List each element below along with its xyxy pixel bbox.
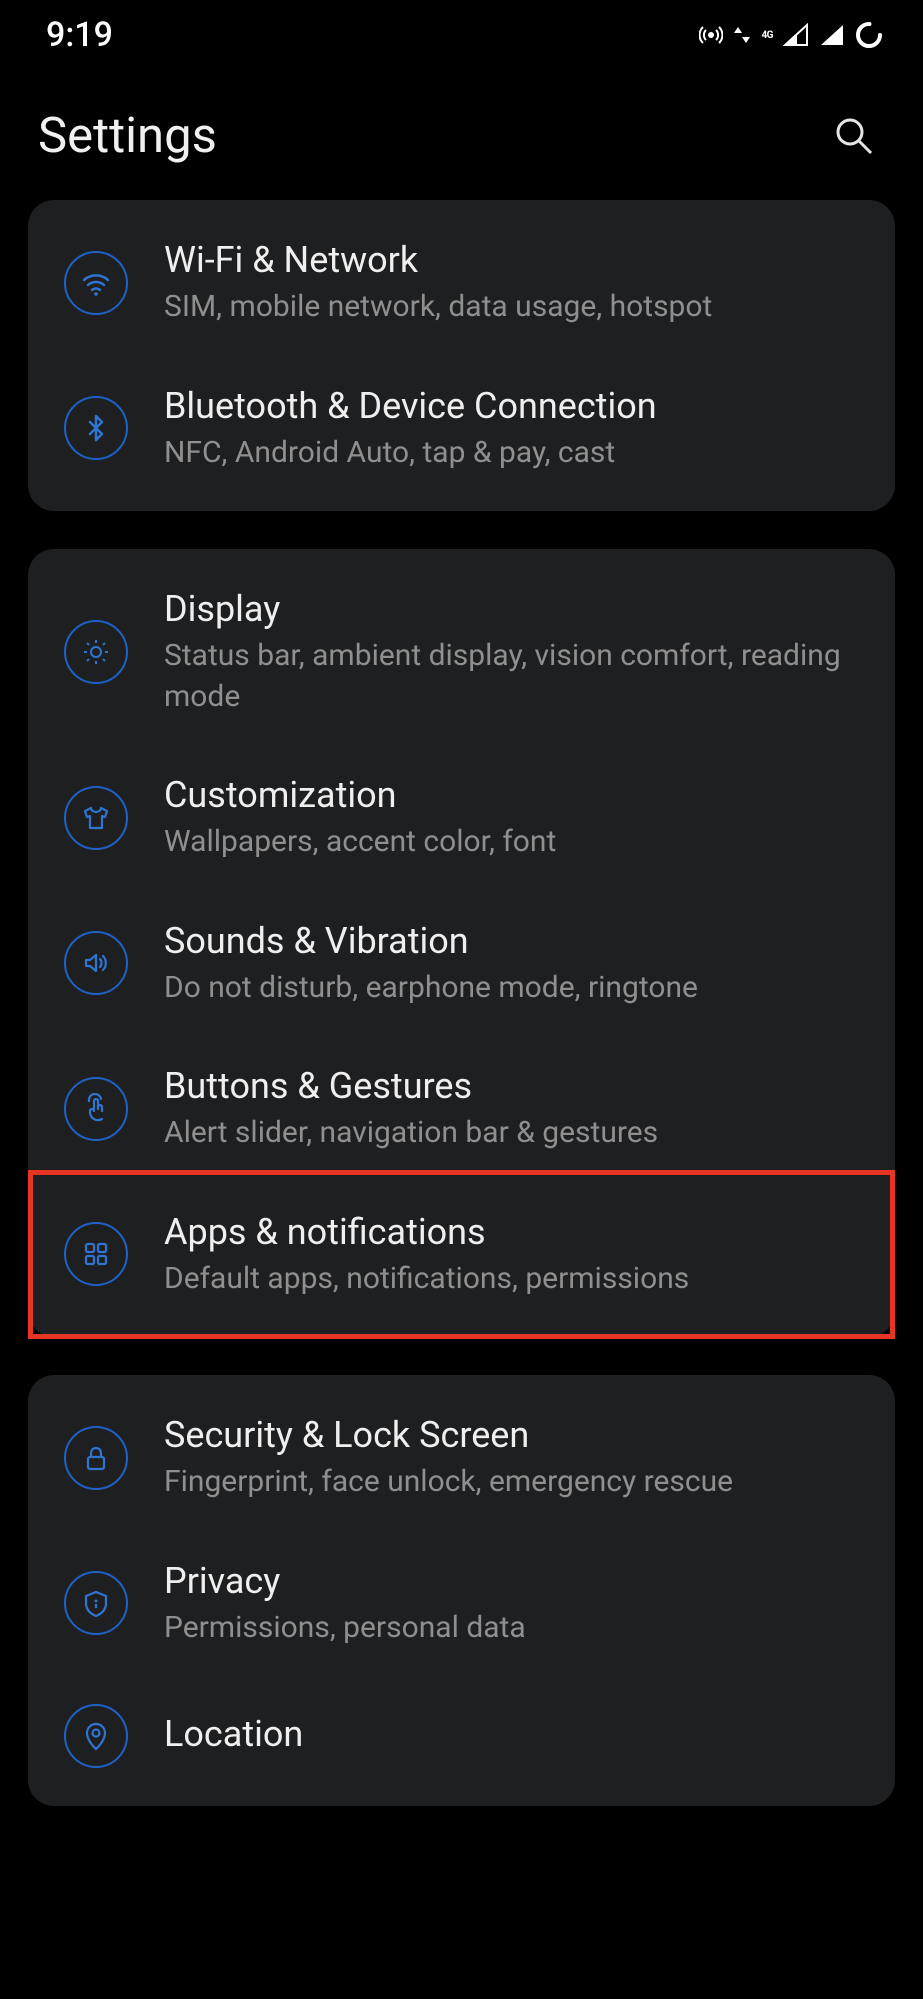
settings-row-location[interactable]: Location (28, 1676, 895, 1796)
settings-list[interactable]: Wi-Fi & NetworkSIM, mobile network, data… (0, 200, 923, 1806)
settings-group: Wi-Fi & NetworkSIM, mobile network, data… (28, 200, 895, 511)
row-title: Display (164, 587, 865, 632)
row-title: Customization (164, 773, 865, 818)
row-title: Bluetooth & Device Connection (164, 384, 865, 429)
row-title: Security & Lock Screen (164, 1413, 865, 1458)
row-subtitle: Default apps, notifications, permissions (164, 1259, 865, 1300)
row-text: CustomizationWallpapers, accent color, f… (164, 773, 865, 863)
location-icon (64, 1704, 128, 1768)
hotspot-icon (699, 23, 723, 47)
shirt-icon (64, 786, 128, 850)
row-title: Buttons & Gestures (164, 1064, 865, 1109)
row-text: Security & Lock ScreenFingerprint, face … (164, 1413, 865, 1503)
row-subtitle: Status bar, ambient display, vision comf… (164, 636, 865, 717)
data-updown-icon (733, 23, 751, 47)
row-text: Location (164, 1712, 865, 1761)
settings-row-display[interactable]: DisplayStatus bar, ambient display, visi… (28, 559, 895, 745)
search-button[interactable] (825, 107, 881, 163)
settings-group: DisplayStatus bar, ambient display, visi… (28, 549, 895, 1337)
loading-spinner-icon (855, 21, 883, 49)
apps-icon (64, 1222, 128, 1286)
row-subtitle: SIM, mobile network, data usage, hotspot (164, 287, 865, 328)
search-icon (831, 113, 875, 157)
row-title: Wi-Fi & Network (164, 238, 865, 283)
row-text: Buttons & GesturesAlert slider, navigati… (164, 1064, 865, 1154)
privacy-icon (64, 1571, 128, 1635)
row-text: Bluetooth & Device ConnectionNFC, Androi… (164, 384, 865, 474)
row-text: Wi-Fi & NetworkSIM, mobile network, data… (164, 238, 865, 328)
signal-sim1-icon (783, 23, 809, 47)
row-text: DisplayStatus bar, ambient display, visi… (164, 587, 865, 717)
row-text: Sounds & VibrationDo not disturb, earpho… (164, 919, 865, 1009)
bluetooth-icon (64, 396, 128, 460)
display-icon (64, 620, 128, 684)
signal-sim2-icon (819, 23, 845, 47)
row-title: Sounds & Vibration (164, 919, 865, 964)
wifi-icon (64, 251, 128, 315)
settings-row-apps[interactable]: Apps & notificationsDefault apps, notifi… (28, 1182, 895, 1328)
row-title: Apps & notifications (164, 1210, 865, 1255)
lock-icon (64, 1426, 128, 1490)
row-subtitle: Permissions, personal data (164, 1608, 865, 1649)
row-subtitle: Alert slider, navigation bar & gestures (164, 1113, 865, 1154)
page-header: Settings (0, 70, 923, 200)
page-title: Settings (38, 107, 217, 164)
row-subtitle: NFC, Android Auto, tap & pay, cast (164, 433, 865, 474)
row-subtitle: Wallpapers, accent color, font (164, 822, 865, 863)
settings-row-bluetooth[interactable]: Bluetooth & Device ConnectionNFC, Androi… (28, 356, 895, 502)
row-title: Location (164, 1712, 865, 1757)
row-title: Privacy (164, 1559, 865, 1604)
row-subtitle: Do not disturb, earphone mode, ringtone (164, 968, 865, 1009)
status-icons: 4G (699, 21, 883, 49)
settings-row-sound[interactable]: Sounds & VibrationDo not disturb, earpho… (28, 891, 895, 1037)
status-bar: 9:19 4G (0, 0, 923, 70)
status-time: 9:19 (46, 15, 113, 55)
settings-row-lock[interactable]: Security & Lock ScreenFingerprint, face … (28, 1385, 895, 1531)
row-text: Apps & notificationsDefault apps, notifi… (164, 1210, 865, 1300)
settings-row-gesture[interactable]: Buttons & GesturesAlert slider, navigati… (28, 1036, 895, 1182)
settings-group: Security & Lock ScreenFingerprint, face … (28, 1375, 895, 1806)
row-text: PrivacyPermissions, personal data (164, 1559, 865, 1649)
row-subtitle: Fingerprint, face unlock, emergency resc… (164, 1462, 865, 1503)
sound-icon (64, 931, 128, 995)
settings-row-privacy[interactable]: PrivacyPermissions, personal data (28, 1531, 895, 1677)
network-type-label: 4G (761, 30, 773, 41)
settings-row-wifi[interactable]: Wi-Fi & NetworkSIM, mobile network, data… (28, 210, 895, 356)
gesture-icon (64, 1077, 128, 1141)
settings-row-shirt[interactable]: CustomizationWallpapers, accent color, f… (28, 745, 895, 891)
